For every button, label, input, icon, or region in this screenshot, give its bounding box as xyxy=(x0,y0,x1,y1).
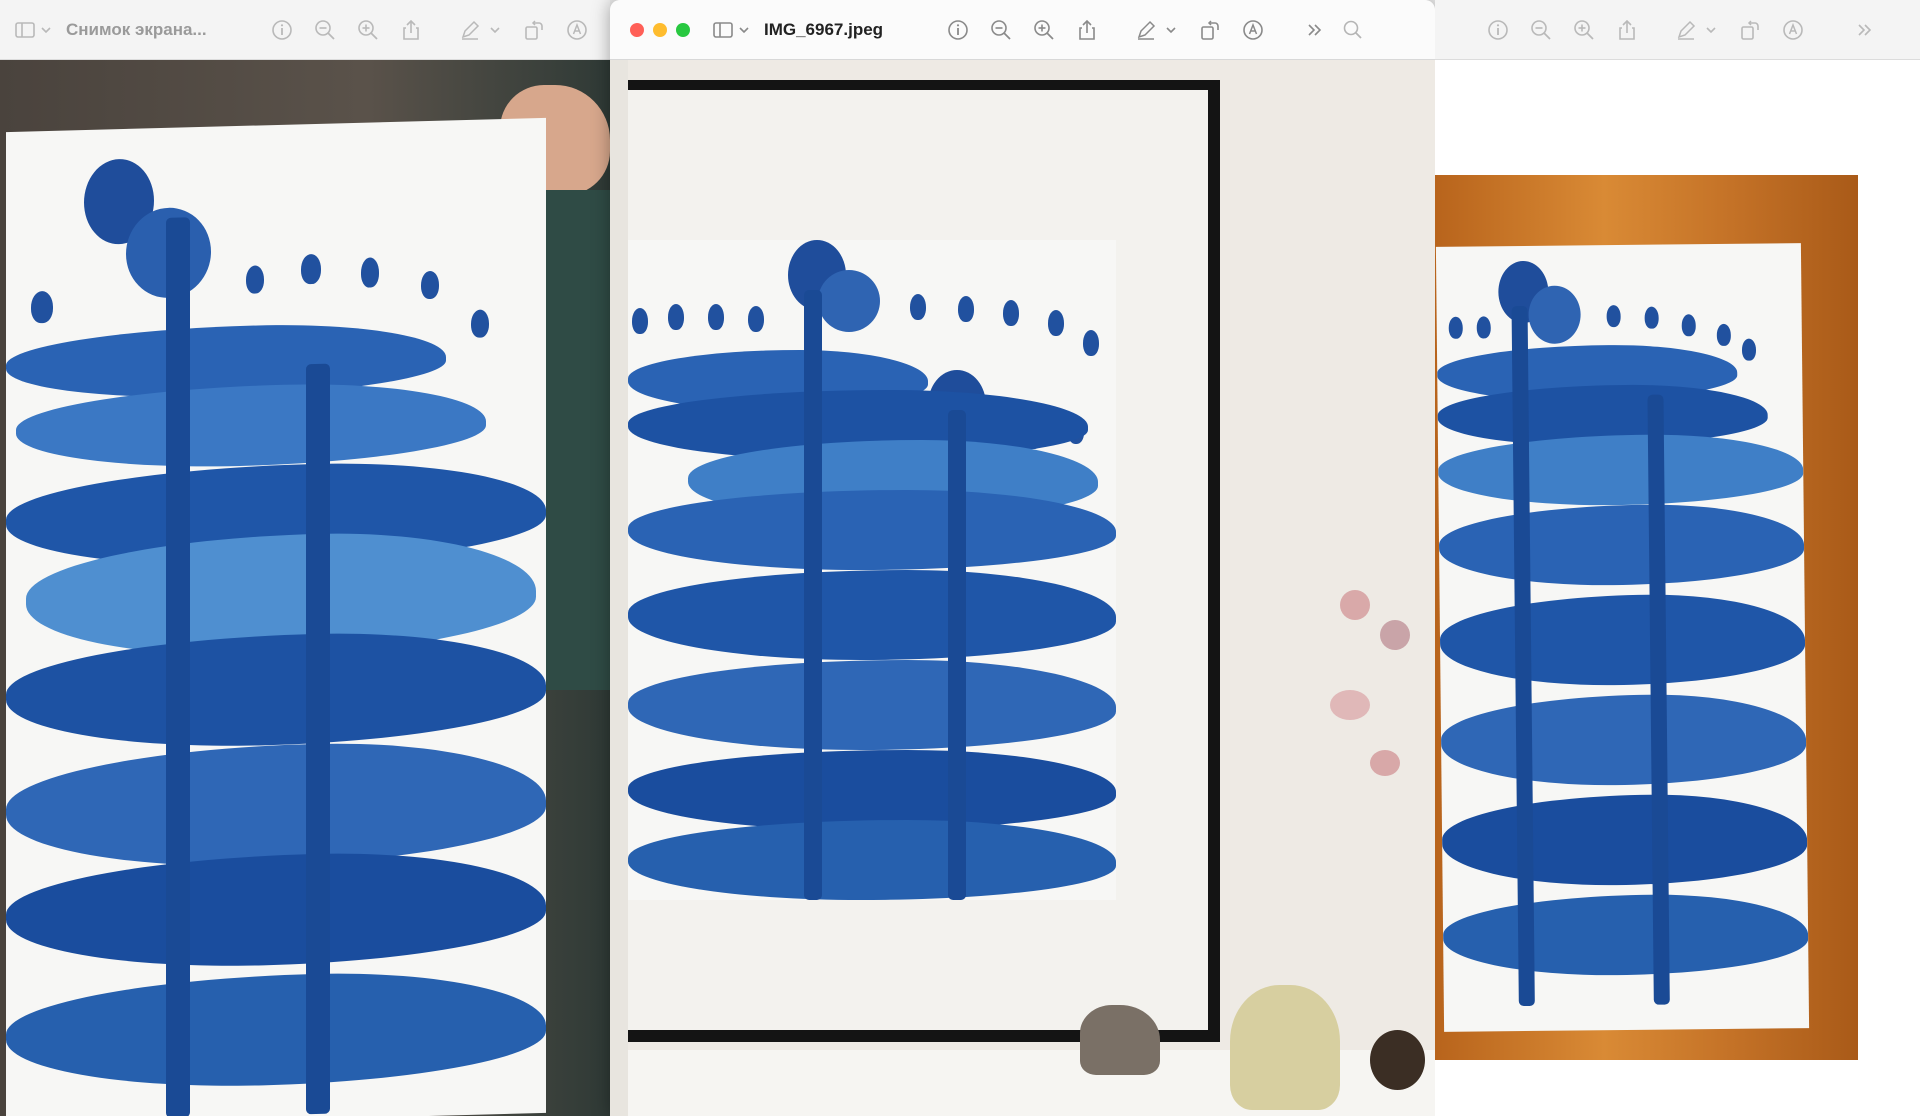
toolbar-center: IMG_6967.jpeg xyxy=(610,0,1435,60)
zoom-out-icon[interactable] xyxy=(1530,19,1552,41)
minimize-button[interactable] xyxy=(653,22,667,37)
preview-window-right[interactable] xyxy=(1435,0,1920,1116)
image-canvas-left xyxy=(0,60,610,1116)
chevron-down-icon[interactable] xyxy=(489,19,501,41)
markup-icon[interactable] xyxy=(1242,19,1264,41)
toolbar-right xyxy=(1435,0,1920,60)
artwork-print xyxy=(6,117,546,1116)
markup-icon[interactable] xyxy=(566,19,588,41)
framed-artwork xyxy=(628,240,1116,900)
sidebar-icon[interactable] xyxy=(14,19,36,41)
share-icon[interactable] xyxy=(1616,19,1638,41)
rotate-icon[interactable] xyxy=(523,19,545,41)
sidebar-icon[interactable] xyxy=(712,19,734,41)
highlight-pen-icon[interactable] xyxy=(1675,19,1697,41)
close-button[interactable] xyxy=(630,22,644,37)
highlight-pen-icon[interactable] xyxy=(459,19,481,41)
zoom-in-icon[interactable] xyxy=(1033,19,1055,41)
window-title: Снимок экрана... xyxy=(66,19,207,39)
zoom-in-icon[interactable] xyxy=(1573,19,1595,41)
info-icon[interactable] xyxy=(271,19,293,41)
chevron-down-icon[interactable] xyxy=(1705,19,1717,41)
elephant-figurine xyxy=(1080,1005,1160,1075)
zoom-in-icon[interactable] xyxy=(357,19,379,41)
markup-icon[interactable] xyxy=(1782,19,1804,41)
onyx-box xyxy=(1230,985,1340,1110)
flower-stems xyxy=(1330,580,1430,820)
image-canvas-center xyxy=(610,60,1435,1116)
zoom-out-icon[interactable] xyxy=(990,19,1012,41)
zoom-button[interactable] xyxy=(676,22,690,37)
chevron-down-icon[interactable] xyxy=(40,19,52,41)
more-icon[interactable] xyxy=(1854,19,1876,41)
window-title: IMG_6967.jpeg xyxy=(764,19,884,39)
chevron-down-icon[interactable] xyxy=(738,19,750,41)
info-icon[interactable] xyxy=(1487,19,1509,41)
toolbar-left: Снимок экрана... xyxy=(0,0,610,60)
chevron-down-icon[interactable] xyxy=(1165,19,1177,41)
artwork-on-table xyxy=(1435,243,1810,1032)
info-icon[interactable] xyxy=(947,19,969,41)
rotate-icon[interactable] xyxy=(1739,19,1761,41)
share-icon[interactable] xyxy=(1076,19,1098,41)
window-controls xyxy=(630,22,690,37)
rotate-icon[interactable] xyxy=(1199,19,1221,41)
more-icon[interactable] xyxy=(1304,19,1326,41)
preview-window-center[interactable]: IMG_6967.jpeg xyxy=(610,0,1435,1116)
image-canvas-right xyxy=(1435,60,1920,1116)
zoom-out-icon[interactable] xyxy=(314,19,336,41)
highlight-pen-icon[interactable] xyxy=(1135,19,1157,41)
share-icon[interactable] xyxy=(400,19,422,41)
search-icon[interactable] xyxy=(1342,19,1364,41)
seed-pod xyxy=(1370,1030,1425,1090)
preview-window-left[interactable]: Снимок экрана... xyxy=(0,0,610,1116)
